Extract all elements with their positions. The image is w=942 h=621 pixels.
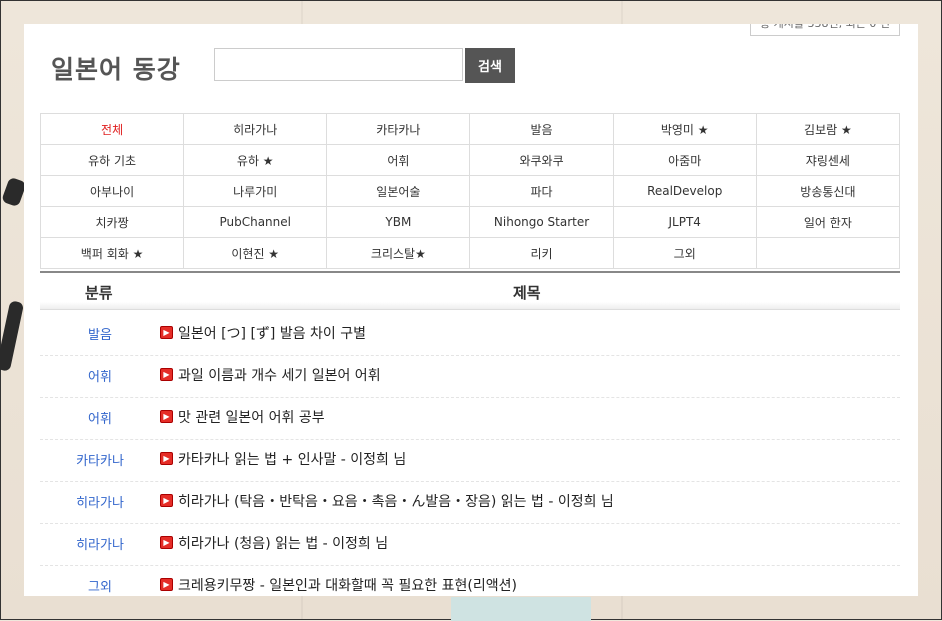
category-empty-cell <box>755 237 901 269</box>
list-item: 발음 ▶ 일본어 [つ] [ず] 발음 차이 구별 <box>40 314 900 356</box>
post-category-link[interactable]: 어휘 <box>40 398 160 442</box>
post-category-link[interactable]: 어휘 <box>40 356 160 400</box>
youtube-icon: ▶ <box>160 536 173 549</box>
background-teal-block <box>451 597 591 621</box>
youtube-icon: ▶ <box>160 452 173 465</box>
category-item[interactable]: 와쿠와쿠 <box>469 144 614 176</box>
column-header-title: 제목 <box>513 284 541 302</box>
category-item[interactable]: JLPT4 <box>612 206 757 238</box>
post-title-link[interactable]: 히라가나 (탁음・반탁음・요음・촉음・ん발음・장음) 읽는 법 - 이정희 님 <box>178 482 614 522</box>
category-item[interactable]: RealDevelop <box>612 175 757 207</box>
youtube-icon: ▶ <box>160 326 173 339</box>
category-item[interactable]: YBM <box>326 206 471 238</box>
category-item[interactable]: 아부나이 <box>39 175 185 207</box>
category-item[interactable]: 쟈링센세 <box>755 144 901 176</box>
category-row: 전체 히라가나 카타카나 발음 박영미 ★ 김보람 ★ <box>39 113 901 145</box>
category-item[interactable]: 아줌마 <box>612 144 757 176</box>
board-panel: 총 게시물 338건, 최근 0 건 일본어 동강 검색 전체히라가나카타카나발… <box>24 24 918 596</box>
category-item[interactable]: 발음 <box>469 113 614 145</box>
category-item[interactable]: 전체 <box>39 113 185 145</box>
category-item[interactable]: 일본어술 <box>326 175 471 207</box>
post-category-link[interactable]: 그외 <box>40 566 160 596</box>
page-title: 일본어 동강 <box>51 55 181 84</box>
category-item[interactable]: 히라가나 <box>183 113 328 145</box>
post-title-link[interactable]: 히라가나 (청음) 읽는 법 - 이정희 님 <box>178 524 388 564</box>
search-input[interactable] <box>214 48 463 81</box>
category-item[interactable]: 일어 한자 <box>755 206 901 238</box>
category-row: 아부나이 나루가미 일본어술 파다 RealDevelop 방송통신대 <box>39 175 901 207</box>
post-title-link[interactable]: 과일 이름과 개수 세기 일본어 어휘 <box>178 356 381 396</box>
category-item[interactable]: 박영미 ★ <box>612 113 757 145</box>
category-item[interactable]: 김보람 ★ <box>755 113 901 145</box>
list-item: 그외 ▶ 크레용키무짱 - 일본인과 대화할때 꼭 필요한 표현(리액션) <box>40 566 900 596</box>
column-header-category: 분류 <box>85 284 113 302</box>
list-item: 카타카나 ▶ 카타카나 읽는 법 + 인사말 - 이정희 님 <box>40 440 900 482</box>
list-header: 분류 제목 <box>40 271 900 310</box>
background-brush-stroke <box>0 300 25 372</box>
youtube-icon: ▶ <box>160 578 173 591</box>
category-item[interactable]: 백퍼 회화 ★ <box>39 237 185 269</box>
category-item[interactable]: 유하 기초 <box>39 144 185 176</box>
category-item[interactable]: 유하 ★ <box>183 144 328 176</box>
post-category-link[interactable]: 카타카나 <box>40 440 160 484</box>
category-item[interactable]: 그외 <box>612 237 757 269</box>
post-title-link[interactable]: 맛 관련 일본어 어휘 공부 <box>178 398 325 438</box>
category-item[interactable]: 크리스탈★ <box>326 237 471 269</box>
category-item[interactable]: 파다 <box>469 175 614 207</box>
category-item[interactable]: 이현진 ★ <box>183 237 328 269</box>
list-item: 히라가나 ▶ 히라가나 (탁음・반탁음・요음・촉음・ん발음・장음) 읽는 법 - 이… <box>40 482 900 524</box>
category-grid: 전체 히라가나 카타카나 발음 박영미 ★ 김보람 ★ 유하 기초 유하 ★ 어휘 와쿠와쿠 아줌마… <box>39 113 901 269</box>
post-title-link[interactable]: 크레용키무짱 - 일본인과 대화할때 꼭 필요한 표현(리액션) <box>178 566 517 596</box>
post-category-link[interactable]: 발음 <box>40 314 160 358</box>
post-category-link[interactable]: 히라가나 <box>40 524 160 568</box>
category-item[interactable]: 나루가미 <box>183 175 328 207</box>
post-title-link[interactable]: 일본어 [つ] [ず] 발음 차이 구별 <box>178 314 366 354</box>
youtube-icon: ▶ <box>160 368 173 381</box>
category-row: 백퍼 회화 ★ 이현진 ★ 크리스탈★ 리키 그외 <box>39 237 901 269</box>
category-item[interactable]: PubChannel <box>183 206 328 238</box>
post-count: 총 게시물 338건, 최근 0 건 <box>750 24 900 36</box>
category-item[interactable]: 리키 <box>469 237 614 269</box>
list-item: 어휘 ▶ 과일 이름과 개수 세기 일본어 어휘 <box>40 356 900 398</box>
post-title-link[interactable]: 카타카나 읽는 법 + 인사말 - 이정희 님 <box>178 440 406 480</box>
category-item[interactable]: 치카짱 <box>39 206 185 238</box>
category-item[interactable]: 카타카나 <box>326 113 471 145</box>
post-category-link[interactable]: 히라가나 <box>40 482 160 526</box>
category-item[interactable]: 방송통신대 <box>755 175 901 207</box>
post-list: 발음 ▶ 일본어 [つ] [ず] 발음 차이 구별 어휘 ▶ 과일 이름과 개수 세기 일… <box>40 314 900 596</box>
category-row: 유하 기초 유하 ★ 어휘 와쿠와쿠 아줌마 쟈링센세 <box>39 144 901 176</box>
category-item[interactable]: 어휘 <box>326 144 471 176</box>
youtube-icon: ▶ <box>160 494 173 507</box>
category-item[interactable]: Nihongo Starter <box>469 206 614 238</box>
category-row: 치카짱 PubChannel YBM Nihongo Starter JLPT4 일어 한… <box>39 206 901 238</box>
list-item: 히라가나 ▶ 히라가나 (청음) 읽는 법 - 이정희 님 <box>40 524 900 566</box>
search-button[interactable]: 검색 <box>465 48 515 83</box>
list-item: 어휘 ▶ 맛 관련 일본어 어휘 공부 <box>40 398 900 440</box>
youtube-icon: ▶ <box>160 410 173 423</box>
